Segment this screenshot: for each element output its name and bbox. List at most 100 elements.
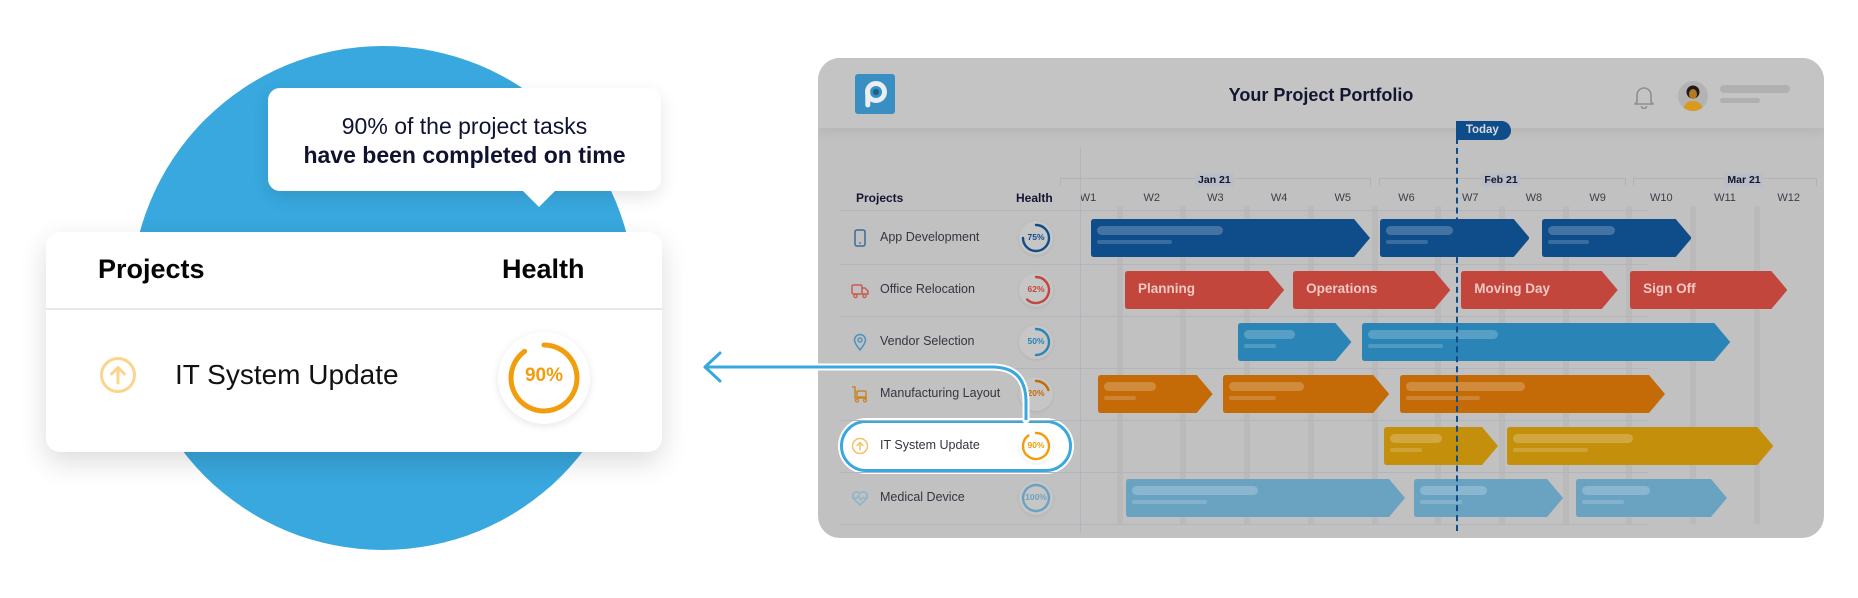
- task-bar[interactable]: Sign Off: [1630, 271, 1788, 309]
- task-bar[interactable]: [1091, 219, 1371, 257]
- project-name[interactable]: Manufacturing Layout: [880, 386, 1000, 400]
- health-value: 75%: [1027, 232, 1045, 242]
- task-subtitle-placeholder: [1390, 448, 1423, 452]
- week-label: W11: [1714, 192, 1736, 204]
- project-name[interactable]: App Development: [880, 230, 979, 244]
- tooltip-line-2: have been completed on time: [303, 142, 626, 168]
- task-title-placeholder: [1229, 382, 1304, 391]
- tooltip-line-1: 90% of the project tasks: [341, 113, 588, 139]
- task-label: Operations: [1306, 281, 1378, 296]
- project-name[interactable]: Vendor Selection: [880, 334, 975, 348]
- task-bar[interactable]: [1126, 479, 1406, 517]
- task-subtitle-placeholder: [1132, 500, 1208, 504]
- month-label: Feb 21: [1481, 173, 1521, 187]
- task-subtitle-placeholder: [1104, 396, 1137, 400]
- today-marker-line: [1455, 138, 1458, 531]
- health-value: 100%: [1025, 492, 1047, 502]
- health-gauge: 100%: [1019, 481, 1053, 515]
- week-label: W2: [1143, 192, 1160, 204]
- week-grid-line: [1371, 206, 1378, 524]
- row-divider: [840, 472, 1648, 473]
- task-bar[interactable]: [1507, 427, 1774, 465]
- row-divider: [840, 524, 1648, 525]
- health-gauge: 20%: [1019, 377, 1053, 411]
- task-bar[interactable]: [1414, 479, 1564, 517]
- completion-tooltip: 90% of the project tasks have been compl…: [268, 88, 661, 207]
- project-name[interactable]: Medical Device: [880, 490, 965, 504]
- health-gauge: 90%: [1019, 429, 1053, 463]
- row-divider: [840, 368, 1648, 369]
- task-title-placeholder: [1132, 486, 1258, 495]
- task-subtitle-placeholder: [1547, 240, 1590, 244]
- task-bar[interactable]: [1361, 323, 1731, 361]
- health-column-header: Health: [1016, 191, 1053, 205]
- task-subtitle-placeholder: [1097, 240, 1173, 244]
- week-grid-line: [1753, 206, 1760, 524]
- today-marker-label: Today: [1455, 121, 1511, 140]
- health-gauge: 62%: [1019, 273, 1053, 307]
- task-bar[interactable]: [1238, 323, 1352, 361]
- row-divider: [840, 264, 1648, 265]
- task-subtitle-placeholder: [1244, 344, 1277, 348]
- row-divider: [840, 316, 1648, 317]
- task-title-placeholder: [1385, 226, 1454, 235]
- week-label: W8: [1525, 192, 1543, 204]
- arrow-up-circle-icon: [99, 356, 137, 394]
- month-label: Jan 21: [1195, 173, 1234, 187]
- map-pin-icon: [851, 333, 869, 352]
- task-bar[interactable]: [1400, 375, 1666, 413]
- health-column-header: Health: [502, 254, 585, 284]
- task-title-placeholder: [1513, 434, 1633, 443]
- header-divider: [840, 210, 1648, 211]
- task-label: Planning: [1137, 281, 1195, 296]
- task-subtitle-placeholder: [1406, 396, 1481, 400]
- week-label: W5: [1334, 192, 1352, 204]
- task-bar[interactable]: Moving Day: [1461, 271, 1618, 309]
- task-label: Sign Off: [1643, 281, 1696, 296]
- task-subtitle-placeholder: [1581, 500, 1625, 504]
- smartphone-icon: [851, 229, 869, 247]
- task-bar[interactable]: Planning: [1124, 271, 1285, 309]
- project-name[interactable]: Office Relocation: [880, 282, 975, 296]
- task-title-placeholder: [1581, 486, 1650, 495]
- health-value: 90%: [1027, 440, 1045, 450]
- column-divider: [1080, 148, 1081, 533]
- task-title-placeholder: [1244, 330, 1296, 339]
- task-bar[interactable]: [1575, 479, 1727, 517]
- task-subtitle-placeholder: [1229, 396, 1276, 400]
- task-title-placeholder: [1097, 226, 1223, 235]
- task-bar[interactable]: [1379, 219, 1530, 257]
- health-gauge: 50%: [1019, 325, 1053, 359]
- task-bar[interactable]: [1098, 375, 1213, 413]
- project-name: IT System Update: [175, 359, 399, 390]
- task-title-placeholder: [1390, 434, 1442, 443]
- task-bar[interactable]: Operations: [1293, 271, 1451, 309]
- health-gauge: 90%: [498, 332, 590, 424]
- card-header: Projects Health: [46, 232, 662, 310]
- task-title-placeholder: [1547, 226, 1615, 235]
- health-value: 90%: [524, 365, 564, 386]
- health-value: 62%: [1027, 284, 1045, 294]
- project-portfolio-window: Your Project Portfolio Projects Health W…: [818, 58, 1824, 538]
- task-label: Moving Day: [1474, 281, 1551, 296]
- health-gauge: 75%: [1019, 221, 1053, 255]
- week-label: W10: [1649, 192, 1673, 204]
- task-subtitle-placeholder: [1367, 344, 1443, 348]
- project-health-card: Projects Health IT System Update 90%: [46, 232, 662, 452]
- week-label: W7: [1461, 192, 1479, 204]
- health-value: 20%: [1027, 388, 1045, 398]
- task-title-placeholder: [1406, 382, 1526, 391]
- task-bar[interactable]: [1384, 427, 1499, 465]
- health-value: 50%: [1027, 336, 1045, 346]
- task-bar[interactable]: [1223, 375, 1390, 413]
- projects-column-header: Projects: [98, 254, 205, 284]
- truck-icon: [851, 281, 869, 299]
- row-divider: [840, 420, 1648, 421]
- task-subtitle-placeholder: [1513, 448, 1588, 452]
- project-name[interactable]: IT System Update: [880, 438, 980, 452]
- arrow-up-circle-icon: [851, 437, 869, 455]
- task-title-placeholder: [1420, 486, 1488, 495]
- month-label: Mar 21: [1724, 173, 1764, 187]
- task-bar[interactable]: [1541, 219, 1692, 257]
- task-title-placeholder: [1104, 382, 1156, 391]
